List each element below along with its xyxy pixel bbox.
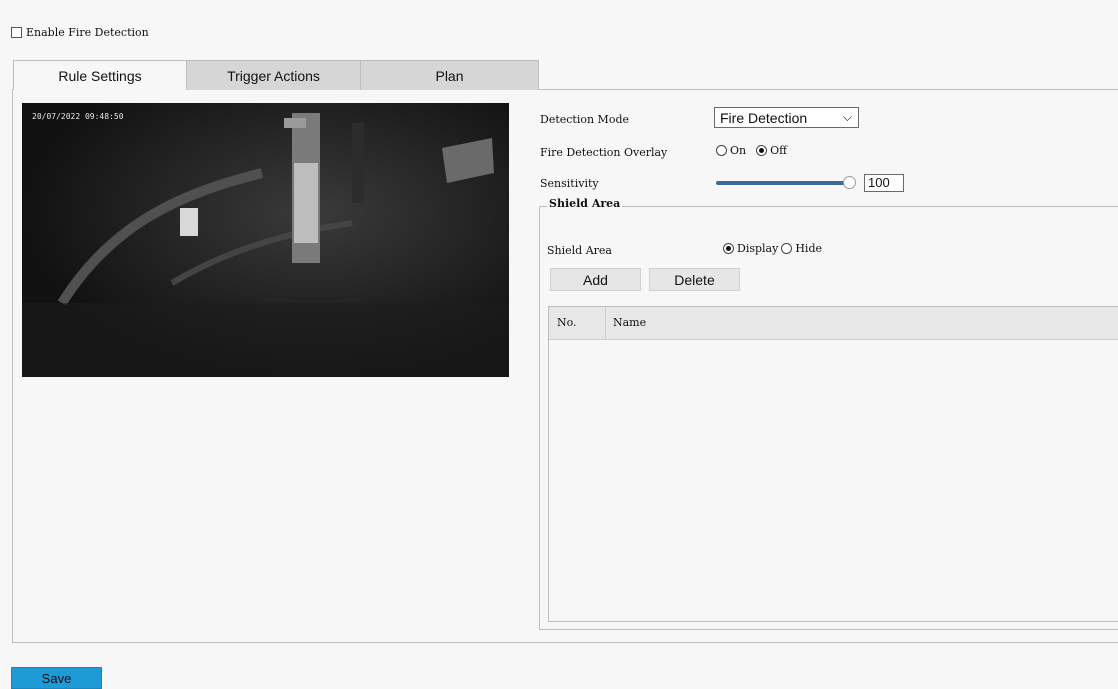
enable-fire-detection-label: Enable Fire Detection xyxy=(26,26,149,39)
overlay-on-radio[interactable] xyxy=(716,145,727,156)
tab-divider xyxy=(539,89,1118,90)
thermal-video-image xyxy=(22,103,509,377)
table-header: No. Name xyxy=(549,307,1118,340)
tab-plan[interactable]: Plan xyxy=(361,60,539,90)
enable-fire-detection-checkbox[interactable] xyxy=(11,27,22,38)
shield-area-radios: Display Hide xyxy=(723,242,822,255)
shield-hide-label: Hide xyxy=(795,242,822,255)
shield-area-legend: Shield Area xyxy=(547,197,623,210)
column-header-name: Name xyxy=(613,316,647,329)
sensitivity-slider-thumb[interactable] xyxy=(843,176,856,189)
column-divider xyxy=(605,307,606,339)
video-timestamp: 20/07/2022 09:48:50 xyxy=(32,112,124,121)
fire-detection-overlay-label: Fire Detection Overlay xyxy=(540,146,668,159)
tab-rule-settings[interactable]: Rule Settings xyxy=(13,60,187,90)
column-header-no: No. xyxy=(557,316,577,329)
detection-mode-label: Detection Mode xyxy=(540,113,629,126)
shield-area-label: Shield Area xyxy=(547,244,612,257)
overlay-off-label: Off xyxy=(770,144,787,157)
fire-detection-overlay-radios: On Off xyxy=(716,144,787,157)
detection-mode-select[interactable]: Fire Detection ⌵ xyxy=(714,107,859,128)
shield-display-label: Display xyxy=(737,242,779,255)
overlay-off-radio[interactable] xyxy=(756,145,768,156)
tab-trigger-actions[interactable]: Trigger Actions xyxy=(187,60,361,90)
sensitivity-label: Sensitivity xyxy=(540,177,599,190)
detection-mode-value: Fire Detection xyxy=(720,109,808,126)
overlay-on-label: On xyxy=(730,144,747,157)
shield-display-radio[interactable] xyxy=(723,243,734,254)
chevron-down-icon: ⌵ xyxy=(842,110,852,124)
shield-hide-radio[interactable] xyxy=(781,243,793,254)
shield-area-table: No. Name xyxy=(548,306,1118,622)
live-video-preview[interactable]: 20/07/2022 09:48:50 xyxy=(22,103,509,377)
add-button[interactable]: Add xyxy=(550,268,641,291)
sensitivity-slider-track[interactable] xyxy=(716,181,850,185)
sensitivity-value-input[interactable]: 100 xyxy=(864,174,904,192)
enable-fire-detection-row[interactable]: Enable Fire Detection xyxy=(11,26,149,39)
tab-bar: Rule Settings Trigger Actions Plan xyxy=(13,60,539,90)
delete-button[interactable]: Delete xyxy=(649,268,740,291)
